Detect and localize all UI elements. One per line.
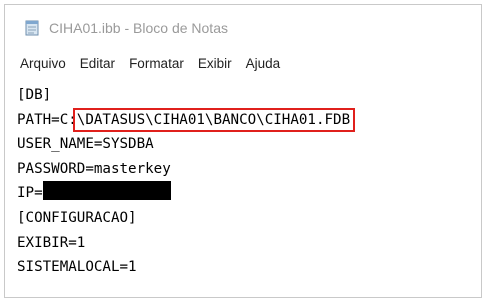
menu-exibir[interactable]: Exibir [198,56,232,71]
password-text: PASSWORD=masterkey [17,160,171,177]
text-line: PASSWORD=masterkey [17,157,481,182]
db-section-text: [DB] [17,87,52,103]
highlighted-path: \DATASUS\CIHA01\BANCO\CIHA01.FDB [72,107,356,132]
menu-ajuda[interactable]: Ajuda [246,56,281,71]
menu-arquivo[interactable]: Arquivo [20,56,66,71]
redacted-ip-block [42,181,171,201]
text-line-ip: IP= [17,181,481,206]
menu-editar[interactable]: Editar [80,56,115,71]
title-bar: CIHA01.ibb - Bloco de Notas [5,5,481,51]
ip-prefix-text: IP= [17,185,43,202]
sistemalocal-text: SISTEMALOCAL=1 [17,259,137,276]
user-name-text: USER_NAME=SYSDBA [17,136,154,153]
text-line: [DB] [17,83,481,108]
config-section-text: [CONFIGURACAO] [17,209,137,226]
notepad-window: CIHA01.ibb - Bloco de Notas Arquivo Edit… [4,4,482,298]
menu-bar: Arquivo Editar Formatar Exibir Ajuda [5,51,481,75]
text-line: EXIBIR=1 [17,231,481,256]
text-editor[interactable]: [DB] PATH=C:\DATASUS\CIHA01\BANCO\CIHA01… [5,83,481,297]
menu-formatar[interactable]: Formatar [129,56,184,71]
notepad-icon [23,19,41,37]
text-line: SISTEMALOCAL=1 [17,255,481,280]
text-line: [CONFIGURACAO] [17,206,481,231]
text-line-path: PATH=C:\DATASUS\CIHA01\BANCO\CIHA01.FDB [17,107,481,133]
window-title: CIHA01.ibb - Bloco de Notas [49,20,228,36]
text-line: USER_NAME=SYSDBA [17,132,481,157]
path-value-text: \DATASUS\CIHA01\BANCO\CIHA01.FDB [76,111,351,128]
path-prefix-text: PATH=C: [17,111,77,128]
exibir-text: EXIBIR=1 [17,234,86,251]
